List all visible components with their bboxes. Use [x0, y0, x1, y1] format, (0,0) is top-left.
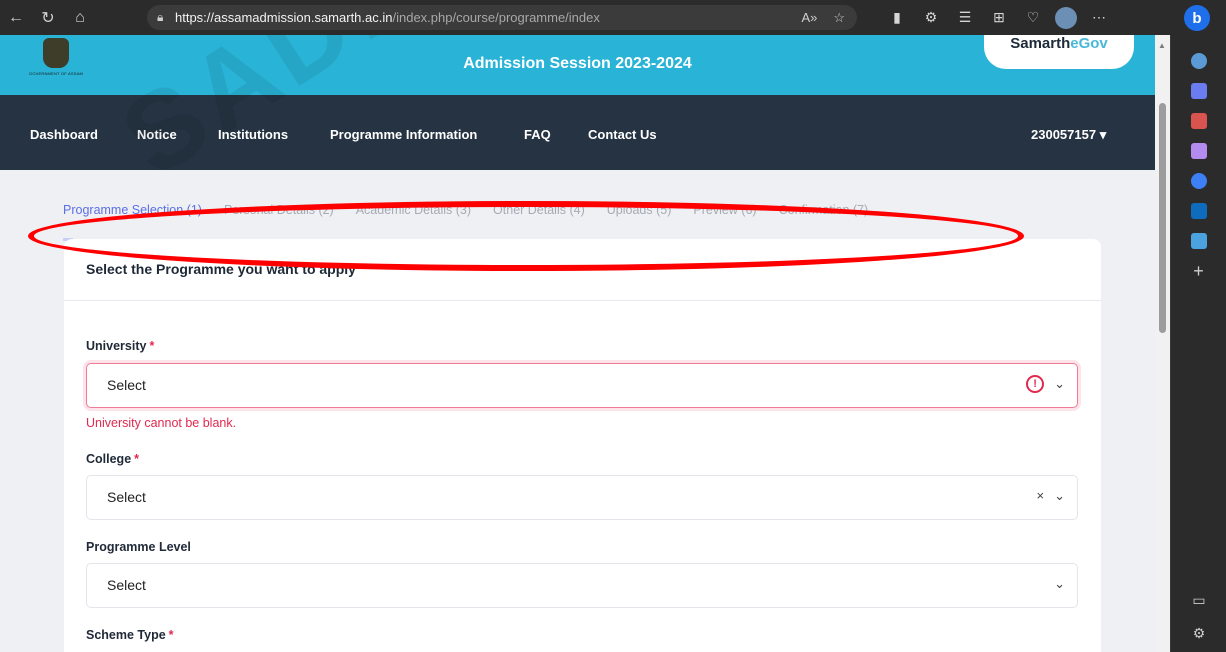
favorite-icon[interactable]: ☆: [833, 10, 845, 26]
copilot-icon[interactable]: [1190, 173, 1207, 189]
user-menu[interactable]: 230057157 ▾: [1031, 127, 1106, 143]
sidebar-toggle-icon[interactable]: ▭: [1192, 592, 1205, 609]
programme-level-select[interactable]: Select ⌄: [86, 563, 1078, 608]
extensions-icon[interactable]: ⚙︎: [919, 9, 943, 26]
samarth-brand-logo: SamartheGov: [984, 35, 1134, 69]
toolbox-icon[interactable]: [1190, 113, 1207, 129]
user-id: 230057157: [1031, 127, 1097, 142]
tag-icon[interactable]: [1190, 83, 1207, 99]
nav-contact-us[interactable]: Contact Us: [588, 127, 657, 142]
programme-form-card: Select the Programme you want to apply U…: [64, 239, 1101, 652]
chevron-down-icon: ⌄: [1054, 488, 1065, 503]
programme-level-label: Programme Level: [86, 540, 191, 554]
programme-level-value: Select: [107, 577, 146, 593]
add-icon[interactable]: +: [1193, 262, 1204, 281]
lock-icon: 🔒︎: [157, 10, 164, 24]
caret-down-icon: ▾: [1099, 127, 1107, 142]
error-icon: !: [1026, 375, 1045, 393]
people-icon[interactable]: [1190, 143, 1207, 159]
more-icon[interactable]: ⋯: [1087, 9, 1111, 26]
college-value: Select: [107, 489, 146, 505]
nav-faq[interactable]: FAQ: [524, 127, 551, 142]
chevron-down-icon: ⌄: [1054, 576, 1065, 591]
collections-icon[interactable]: ⊞: [987, 9, 1011, 26]
profile-icon[interactable]: [1055, 6, 1077, 29]
nav-programme-information[interactable]: Programme Information: [330, 127, 477, 142]
chevron-down-icon: ⌄: [1054, 376, 1065, 391]
scheme-type-label: Scheme Type *: [86, 628, 174, 642]
university-value: Select: [107, 377, 146, 393]
edge-sidebar: + ▭ ⚙: [1170, 35, 1226, 652]
home-icon[interactable]: ⌂: [64, 0, 96, 35]
red-annotation-ellipse: [28, 201, 1024, 271]
university-label: University *: [86, 339, 155, 353]
web-page: GOVERNMENT OF ASSAM Admission Session 20…: [0, 35, 1155, 652]
back-icon[interactable]: ←: [0, 0, 32, 35]
url-path: /index.php/course/programme/index: [392, 10, 600, 25]
read-aloud-icon[interactable]: A»: [801, 10, 817, 25]
health-icon[interactable]: ♡: [1021, 9, 1045, 26]
scroll-thumb[interactable]: [1159, 103, 1166, 333]
brand-accent: eGov: [1070, 35, 1108, 52]
clear-icon[interactable]: ×: [1037, 488, 1045, 504]
nav-dashboard[interactable]: Dashboard: [30, 127, 98, 142]
toolbar-icons: ▮ ⚙︎ ☰ ⊞ ♡ ⋯: [885, 0, 1111, 35]
university-select[interactable]: Select ! ⌄: [86, 363, 1078, 408]
reading-view-icon[interactable]: ▮: [885, 9, 909, 26]
brand-main: Samarth: [1010, 35, 1071, 52]
refresh-icon[interactable]: ↻: [32, 0, 64, 35]
college-select[interactable]: Select × ⌄: [86, 475, 1078, 520]
search-icon[interactable]: [1190, 53, 1207, 69]
settings-icon[interactable]: ⚙: [1193, 625, 1206, 642]
university-error: University cannot be blank.: [86, 416, 237, 430]
bing-icon[interactable]: b: [1184, 5, 1210, 31]
page-scrollbar[interactable]: ▲: [1155, 35, 1170, 652]
send-icon[interactable]: [1190, 233, 1207, 249]
url-host: https://assamadmission.samarth.ac.in: [175, 10, 393, 25]
scroll-up-icon[interactable]: ▲: [1158, 41, 1166, 50]
address-bar[interactable]: 🔒︎ https://assamadmission.samarth.ac.in /…: [147, 5, 857, 30]
college-label: College *: [86, 452, 140, 466]
outlook-icon[interactable]: [1190, 203, 1207, 219]
favorites-bar-icon[interactable]: ☰: [953, 9, 977, 26]
